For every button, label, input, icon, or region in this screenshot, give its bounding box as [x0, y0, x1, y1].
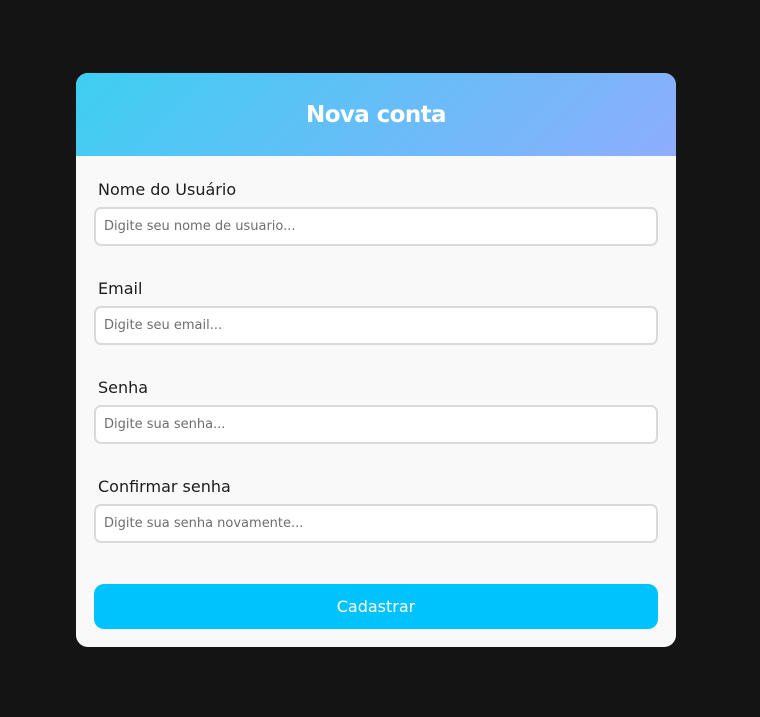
page-title: Nova conta: [306, 101, 447, 128]
username-input[interactable]: [94, 207, 658, 246]
signup-card: Nova conta Nome do Usuário Email Senha C…: [76, 73, 676, 647]
confirm-password-label: Confirmar senha: [98, 477, 231, 496]
confirm-password-input[interactable]: [94, 504, 658, 543]
card-header: Nova conta: [76, 73, 676, 156]
confirm-password-field-group: Confirmar senha: [94, 453, 658, 552]
password-input[interactable]: [94, 405, 658, 444]
email-input[interactable]: [94, 306, 658, 345]
email-field-group: Email: [94, 255, 658, 354]
username-label: Nome do Usuário: [98, 180, 237, 199]
password-field-group: Senha: [94, 354, 658, 453]
register-button[interactable]: Cadastrar: [94, 584, 658, 629]
password-label: Senha: [98, 378, 149, 397]
signup-form: Nome do Usuário Email Senha Confirmar se…: [76, 156, 676, 552]
email-label: Email: [98, 279, 143, 298]
username-field-group: Nome do Usuário: [94, 156, 658, 255]
